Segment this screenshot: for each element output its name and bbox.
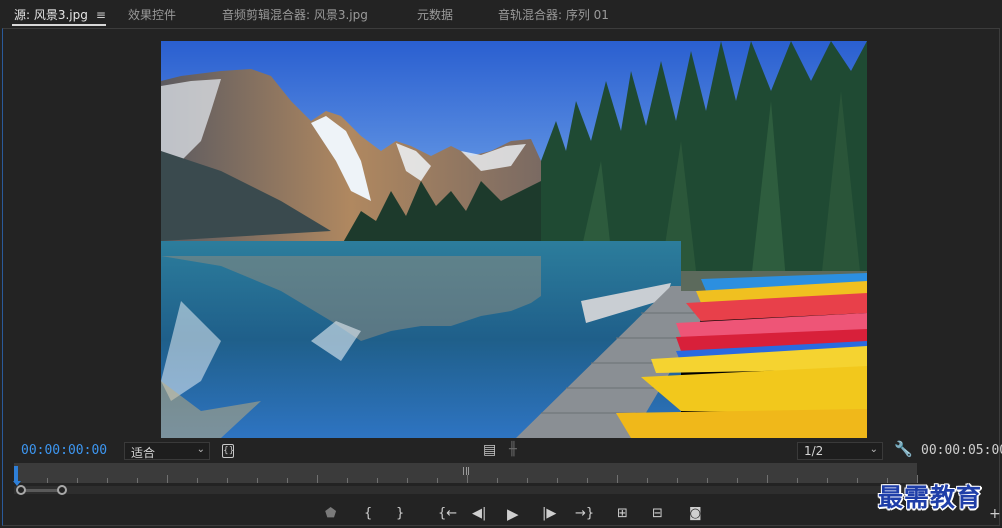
tab-audio-track-mixer[interactable]: 音轨混合器: 序列 01 xyxy=(498,6,609,23)
tab-metadata[interactable]: 元数据 xyxy=(417,6,453,23)
ruler-tick xyxy=(527,478,528,483)
zoom-scroll-range xyxy=(20,489,62,492)
ruler-tick xyxy=(647,478,648,483)
source-preview-image[interactable] xyxy=(161,41,867,438)
safe-margins-icon[interactable]: {} xyxy=(222,444,234,458)
ruler-tick xyxy=(287,478,288,483)
zoom-scroll-handle-right[interactable] xyxy=(57,485,67,495)
ruler-tick xyxy=(797,478,798,483)
marker-icon[interactable]: ⬟ xyxy=(325,507,336,520)
zoom-scroll-handle-left[interactable] xyxy=(16,485,26,495)
ruler-tick xyxy=(317,475,318,483)
tab-audio-clip-mixer[interactable]: 音频剪辑混合器: 风景3.jpg xyxy=(222,6,368,23)
step-back-icon[interactable]: ◀| xyxy=(472,507,486,520)
ruler-tick xyxy=(197,478,198,483)
filmstrip-icon[interactable]: ▤ xyxy=(483,443,496,457)
duration-timecode: 00:00:05:00 xyxy=(921,443,1002,458)
ruler-tick xyxy=(677,478,678,483)
ruler-tick xyxy=(707,478,708,483)
ruler-tick xyxy=(827,478,828,483)
ruler-tick xyxy=(257,478,258,483)
tab-source-label: 源: 风景3.jpg xyxy=(14,8,88,22)
mark-in-icon[interactable]: { xyxy=(364,507,372,520)
wrench-icon[interactable]: 🔧 xyxy=(894,442,913,457)
ruler-tick xyxy=(377,478,378,483)
chevron-down-icon: ⌄ xyxy=(869,444,878,455)
ruler-tick xyxy=(347,478,348,483)
playback-resolution-select[interactable]: 1/2 ⌄ xyxy=(797,442,883,460)
ruler-tick xyxy=(137,478,138,483)
button-editor-plus-icon[interactable]: + xyxy=(989,506,1001,522)
tab-source[interactable]: 源: 风景3.jpg ≡ xyxy=(14,6,106,23)
step-forward-icon[interactable]: |▶ xyxy=(542,507,556,520)
zoom-fit-select[interactable]: 适合 ⌄ xyxy=(124,442,210,460)
tab-effect-controls[interactable]: 效果控件 xyxy=(128,6,176,23)
insert-icon[interactable]: ⊞ xyxy=(617,507,628,520)
chevron-down-icon: ⌄ xyxy=(196,444,205,455)
ruler-tick xyxy=(737,478,738,483)
playhead[interactable] xyxy=(14,466,18,482)
drag-audio-icon[interactable]: ╫ xyxy=(509,443,517,456)
current-timecode[interactable]: 00:00:00:00 xyxy=(21,443,107,458)
active-tab-underline xyxy=(12,24,106,26)
ruler-tick xyxy=(47,478,48,483)
zoom-fit-value: 适合 xyxy=(131,446,156,460)
ruler-tick xyxy=(407,478,408,483)
ruler-tick xyxy=(77,478,78,483)
ruler-tick xyxy=(617,475,618,483)
ruler-tick xyxy=(857,478,858,483)
landscape-image xyxy=(161,41,867,438)
ruler-center-grip[interactable] xyxy=(463,467,469,475)
ruler-tick xyxy=(467,475,468,483)
ruler-tick xyxy=(767,475,768,483)
overwrite-icon[interactable]: ⊟ xyxy=(652,507,663,520)
ruler-tick xyxy=(107,478,108,483)
play-icon[interactable]: ▶ xyxy=(507,507,519,522)
zoom-scroll-bar[interactable] xyxy=(14,486,917,494)
panel-tab-bar: 源: 风景3.jpg ≡ 效果控件 音频剪辑混合器: 风景3.jpg 元数据 音轨… xyxy=(0,0,1002,28)
panel-menu-icon[interactable]: ≡ xyxy=(96,8,106,22)
mark-out-icon[interactable]: } xyxy=(396,507,404,520)
ruler-tick xyxy=(557,478,558,483)
ruler-tick xyxy=(437,478,438,483)
ruler-tick xyxy=(167,475,168,483)
watermark-logo: 最需教育 xyxy=(878,483,983,512)
playback-resolution-value: 1/2 xyxy=(804,444,824,458)
ruler-tick xyxy=(227,478,228,483)
ruler-tick xyxy=(497,478,498,483)
go-to-in-icon[interactable]: {← xyxy=(438,507,457,520)
ruler-tick xyxy=(587,478,588,483)
export-frame-icon[interactable]: ◙ xyxy=(689,507,702,520)
go-to-out-icon[interactable]: →} xyxy=(575,507,594,520)
time-ruler[interactable] xyxy=(14,463,918,483)
